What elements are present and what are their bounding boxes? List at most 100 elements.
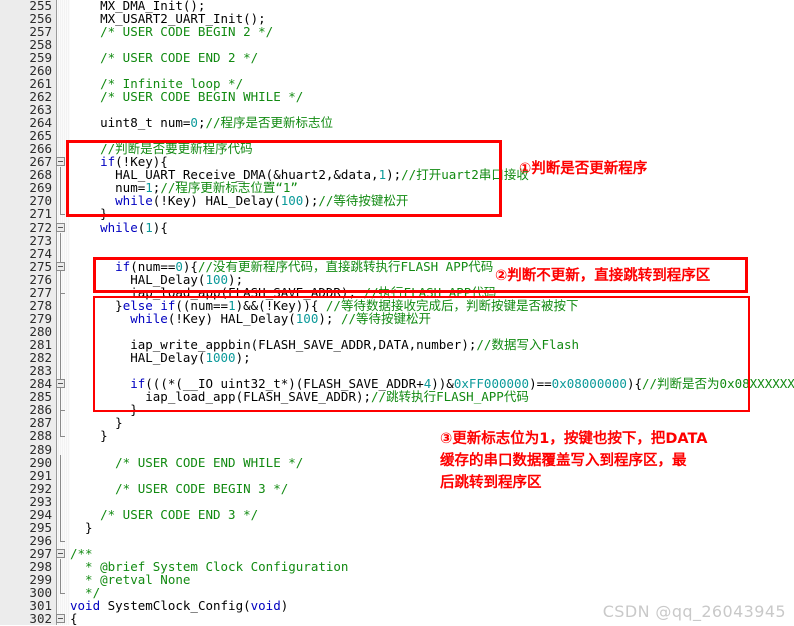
line-number: 272 — [29, 219, 52, 235]
code-line[interactable]: if(num==0){//没有更新程序代码，直接跳转执行FLASH APP代码 — [70, 260, 493, 273]
code-line[interactable]: { — [70, 612, 78, 625]
fold-toggle-icon[interactable] — [56, 379, 65, 389]
code-token: 100 — [280, 193, 304, 209]
code-line[interactable]: uint8_t num=0;//程序是否更新标志位 — [70, 116, 333, 129]
code-token: 100 — [295, 310, 319, 326]
fold-guide-line — [60, 167, 61, 215]
code-token: ); — [318, 310, 341, 326]
line-number: 258 — [29, 36, 52, 52]
code-token: ){ — [152, 219, 168, 235]
annotation-text: ①判断是否更新程序 — [519, 161, 648, 177]
fold-guide-end — [60, 410, 65, 412]
code-line[interactable]: /* Infinite loop */ — [70, 77, 243, 90]
code-line[interactable]: } — [70, 521, 93, 534]
code-line[interactable]: iap_write_appbin(FLASH_SAVE_ADDR,DATA,nu… — [70, 338, 579, 351]
code-line[interactable]: } — [70, 403, 138, 416]
fold-toggle-icon[interactable] — [56, 222, 65, 232]
code-line[interactable]: * @retval None — [70, 573, 190, 586]
fold-toggle-icon[interactable] — [56, 614, 65, 624]
line-number: 276 — [29, 271, 52, 287]
code-token: SystemClock_Config( — [100, 598, 251, 614]
line-number: 257 — [29, 23, 52, 39]
code-token: { — [70, 611, 78, 626]
code-line[interactable]: /* USER CODE END 2 */ — [70, 51, 258, 64]
code-editor-text[interactable]: MX_DMA_Init(); MX_USART2_UART_Init(); /*… — [70, 0, 794, 625]
fold-toggle-icon[interactable] — [56, 261, 65, 271]
line-number: 284 — [29, 376, 52, 392]
code-token: 1000 — [205, 350, 236, 366]
code-line[interactable]: /* USER CODE BEGIN 2 */ — [70, 25, 273, 38]
line-number: 280 — [29, 324, 52, 339]
code-line[interactable]: iap_load_app(FLASH_SAVE_ADDR); //执行FLASH… — [70, 286, 496, 299]
line-number: 271 — [29, 206, 52, 222]
annotation-text: ③更新标志位为1，按键也按下，把DATA 缓存的串口数据覆盖写入到程序区，最 后… — [440, 431, 708, 491]
line-number: 275 — [29, 258, 52, 274]
code-token: 1 — [145, 219, 153, 235]
code-line[interactable]: */ — [70, 586, 100, 599]
code-line[interactable]: HAL_UART_Receive_DMA(&huart2,&data,1);//… — [70, 168, 529, 181]
code-line[interactable]: iap_load_app(FLASH_SAVE_ADDR);//跳转执行FLAS… — [70, 390, 529, 403]
line-number: 256 — [29, 10, 52, 26]
screenshot-root: 255 256 257 258 259 260 261 262 263 264 265 266 267 2… — [0, 0, 794, 625]
code-line[interactable]: while(!Key) HAL_Delay(100);//等待按键松开 — [70, 194, 408, 207]
annotation-text: ②判断不更新，直接跳转到程序区 — [495, 268, 711, 284]
line-number: 294 — [29, 506, 52, 522]
code-token: uint8_t num= — [70, 115, 191, 131]
code-token: //打开uart2串口接收 — [401, 167, 529, 183]
code-token: ){ — [626, 376, 642, 392]
gutter-divider-line — [56, 0, 57, 625]
line-number: 289 — [29, 441, 52, 457]
fold-guide-end — [60, 292, 65, 294]
line-number: 290 — [29, 454, 52, 470]
line-number: 302 — [29, 611, 52, 626]
fold-guide-end — [60, 436, 65, 438]
fold-guide-end — [60, 214, 65, 216]
code-line[interactable]: //判断是否要更新程序代码 — [70, 142, 253, 155]
code-line[interactable]: while(1){ — [70, 221, 168, 234]
code-token: 0 — [190, 115, 198, 131]
code-line[interactable]: while(!Key) HAL_Delay(100); //等待按键松开 — [70, 312, 431, 325]
line-number: 264 — [29, 115, 52, 131]
line-number: 297 — [29, 546, 52, 562]
line-number: 287 — [29, 415, 52, 431]
code-line[interactable]: }else if((num==1)&&(!Key)){ //等待数据接收完成后，… — [70, 299, 578, 312]
code-token: //等待按键松开 — [318, 193, 409, 209]
code-line[interactable]: } — [70, 429, 108, 442]
gutter-hatch-strip — [56, 0, 70, 625]
code-token: ); — [386, 167, 402, 183]
code-token: while — [70, 219, 138, 235]
fold-guide-line — [60, 559, 61, 594]
code-line[interactable]: /* USER CODE END WHILE */ — [70, 456, 303, 469]
line-number: 278 — [29, 297, 52, 313]
line-number: 260 — [29, 62, 52, 78]
code-line[interactable]: HAL_Delay(1000); — [70, 350, 250, 366]
line-number: 266 — [29, 141, 52, 157]
line-number: 274 — [29, 245, 52, 261]
code-line[interactable]: /* USER CODE BEGIN WHILE */ — [70, 90, 303, 103]
line-number: 281 — [29, 337, 52, 353]
code-line[interactable]: num=1;//程序更新标志位置“1” — [70, 181, 298, 194]
code-line[interactable]: } — [70, 416, 123, 429]
code-token: (!Key) HAL_Delay( — [152, 193, 281, 209]
code-line[interactable]: /* USER CODE END 3 */ — [70, 508, 258, 521]
code-line[interactable]: void SystemClock_Config(void) — [70, 599, 288, 612]
fold-toggle-icon[interactable] — [56, 549, 65, 559]
code-line[interactable]: * @brief System Clock Configuration — [70, 560, 348, 573]
code-token: //数据写入Flash — [476, 337, 580, 353]
line-number: 298 — [29, 559, 52, 575]
fold-toggle-icon[interactable] — [56, 157, 65, 167]
code-line[interactable]: if(((*(__IO uint32_t*)(FLASH_SAVE_ADDR+4… — [70, 377, 794, 390]
code-line[interactable]: /* USER CODE BEGIN 3 */ — [70, 482, 288, 495]
line-number: 292 — [29, 480, 52, 496]
line-number: 261 — [29, 75, 52, 91]
code-line[interactable]: HAL_Delay(100); — [70, 273, 243, 286]
fold-guide-end — [60, 593, 65, 595]
line-number: 277 — [29, 284, 52, 300]
code-line[interactable]: /** — [70, 547, 93, 560]
code-line[interactable]: MX_USART2_UART_Init(); — [70, 12, 266, 25]
code-token: ) — [280, 598, 289, 614]
code-line[interactable]: } — [70, 207, 108, 220]
line-number: 291 — [29, 467, 52, 483]
code-line[interactable]: if(!Key){ — [70, 155, 168, 168]
line-number: 300 — [29, 585, 52, 601]
